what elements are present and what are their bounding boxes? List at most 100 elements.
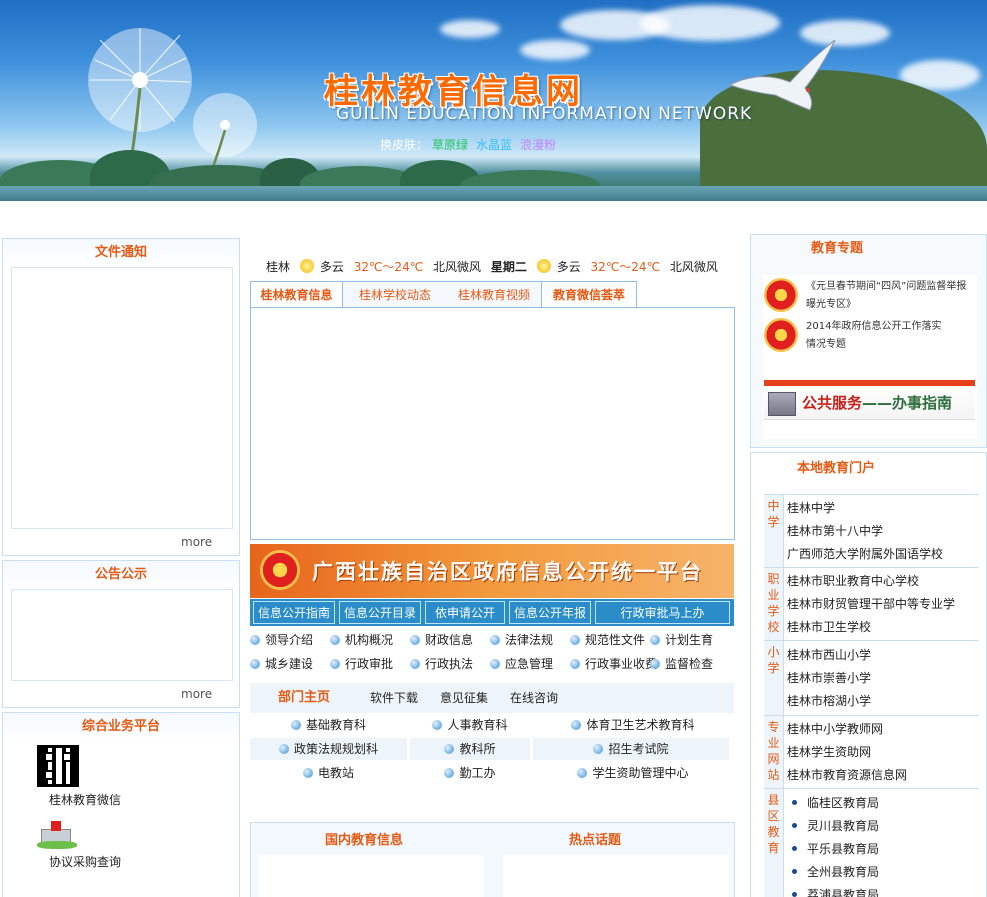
portal-link[interactable]: 平乐县教育局 [792,840,879,857]
portal-link[interactable]: 临桂区教育局 [792,794,879,811]
portal-link[interactable]: 桂林市卫生学校 [787,618,871,635]
dept-sports-art[interactable]: 体育卫生艺术教育科 [533,714,733,736]
wechat-link[interactable]: 桂林教育微信 [49,791,121,808]
gov-platform-banner[interactable]: 广西壮族自治区政府信息公开统一平台 [250,544,734,598]
skin-blue-link[interactable]: 水晶蓝 [476,138,512,152]
cat-supervision[interactable]: 监督检查 [650,655,713,672]
dept-research[interactable]: 教科所 [410,738,530,760]
dept-policy[interactable]: 政策法规规划科 [250,738,407,760]
tab-school-news[interactable]: 桂林学校动态 [343,281,447,308]
cat-fees[interactable]: 行政事业收费 [570,655,657,672]
cat-enforcement[interactable]: 行政执法 [410,655,473,672]
bullet-icon [593,744,604,754]
cat-org[interactable]: 机构概况 [330,631,393,648]
portal-link[interactable]: 桂林市第十八中学 [787,522,883,539]
weather-bar: 桂林 多云 32℃～24℃ 北风微风 星期二 多云 32℃～24℃ 北风微风 [266,258,724,275]
service-subtitle: ——办事指南 [862,394,953,412]
cat-label: 财政信息 [425,633,474,647]
bullet-icon [570,659,580,669]
portal-link[interactable]: 桂林中学 [787,499,835,516]
dept-basic-edu[interactable]: 基础教育科 [250,714,407,736]
cat-family-planning[interactable]: 计划生育 [650,631,713,648]
platform-list: 桂林教育微信 协议采购查询 [15,741,233,897]
cat-label: 应急管理 [505,657,554,671]
tab-guilin-edu-info[interactable]: 桂林教育信息 [250,281,343,308]
portal-link[interactable]: 荔浦县教育局 [792,886,879,897]
dept-personnel[interactable]: 人事教育科 [410,714,530,736]
public-service-title: 公共服务——办事指南 [802,392,952,413]
procurement-link[interactable]: 协议采购查询 [49,853,121,870]
dept-label: 体育卫生艺术教育科 [586,718,695,732]
site-subtitle: GUILIN EDUCATION INFORMATION NETWORK [336,104,753,124]
cat-normative[interactable]: 规范性文件 [570,631,645,648]
cat-label: 机构概况 [345,633,394,647]
group-county: 县区教育 临桂区教育局 灵川县教育局 平乐县教育局 全州县教育局 荔浦县教育局 [764,788,979,897]
bullet-icon [570,635,580,645]
group-middle-school: 中学 桂林中学 桂林市第十八中学 广西师范大学附属外国语学校 [764,494,979,567]
hot-topics-list [503,855,729,897]
group-tag: 专业网站 [764,716,784,788]
skin-switcher: 换皮肤： 草原绿 水晶蓝 浪漫粉 [380,136,556,153]
bullet-icon [330,659,340,669]
portal-link[interactable]: 全州县教育局 [792,863,879,880]
portal-link[interactable]: 桂林市财贸管理干部中等专业学 [787,595,955,612]
service-title: 公共服务 [802,394,863,412]
weather-today-temp: 32℃～24℃ [353,260,424,274]
topic-link-gov-info[interactable]: 2014年政府信息公开工作落实情况专题 [806,318,946,354]
dept-label: 勤工办 [459,766,496,780]
dept-link-consult[interactable]: 在线咨询 [510,683,558,713]
gov-link-approval[interactable]: 行政审批马上办 [595,601,730,624]
portal-link[interactable]: 桂林学生资助网 [787,743,871,760]
portal-link[interactable]: 桂林市教育资源信息网 [787,766,907,783]
dept-av-station[interactable]: 电教站 [250,762,407,784]
dept-link-feedback[interactable]: 意见征集 [440,683,488,713]
cat-urban[interactable]: 城乡建设 [250,655,313,672]
sunny-icon [299,259,314,273]
portal-link[interactable]: 桂林中小学教师网 [787,720,883,737]
sunny-icon [536,259,551,273]
gov-link-guide[interactable]: 信息公开指南 [253,601,335,624]
public-service-banner[interactable]: 公共服务——办事指南 [764,380,975,420]
gov-link-request[interactable]: 依申请公开 [425,601,505,624]
dept-exam[interactable]: 招生考试院 [533,738,729,760]
bullet-icon [444,744,455,754]
bullet-icon [650,635,660,645]
tab-edu-video[interactable]: 桂林教育视频 [447,281,541,308]
national-emblem-icon [764,318,798,352]
wechat-qr-icon[interactable] [37,745,79,787]
portal-link[interactable]: 桂林市职业教育中心学校 [787,572,919,589]
announce-more-link[interactable]: more [181,687,212,701]
dept-label: 教科所 [459,742,496,756]
bottom-news-panel: 国内教育信息 热点话题 [250,822,735,897]
cat-emergency[interactable]: 应急管理 [490,655,553,672]
gov-link-catalog[interactable]: 信息公开目录 [339,601,421,624]
portal-link[interactable]: 桂林市崇善小学 [787,669,871,686]
portal-link[interactable]: 灵川县教育局 [792,817,879,834]
topic-link-four-winds[interactable]: 《元旦春节期间“四风”问题监督举报曝光专区》 [806,278,974,314]
cat-approval[interactable]: 行政审批 [330,655,393,672]
gov-link-annual[interactable]: 信息公开年报 [509,601,591,624]
portal-link[interactable]: 桂林市榕湖小学 [787,692,871,709]
skin-pink-link[interactable]: 浪漫粉 [520,138,556,152]
procurement-icon[interactable] [37,819,77,849]
national-emblem-icon [260,550,300,590]
dept-student-aid[interactable]: 学生资助管理中心 [533,762,733,784]
bullet-icon [250,659,260,669]
dept-work-study[interactable]: 勤工办 [410,762,530,784]
cat-leaders[interactable]: 领导介绍 [250,631,313,648]
notice-more-link[interactable]: more [181,535,212,549]
portal-link[interactable]: 广西师范大学附属外国语学校 [787,545,943,562]
bullet-icon [410,635,420,645]
dot-icon [792,892,797,897]
portal-link-label: 平乐县教育局 [807,842,880,856]
dept-label: 招生考试院 [608,742,669,756]
dept-link-download[interactable]: 软件下载 [370,683,418,713]
cat-finance[interactable]: 财政信息 [410,631,473,648]
skin-green-link[interactable]: 草原绿 [432,138,468,152]
portal-link-label: 灵川县教育局 [807,819,880,833]
cat-law[interactable]: 法律法规 [490,631,553,648]
tab-wechat[interactable]: 教育微信荟萃 [541,281,637,308]
page: 桂林教育信息网 GUILIN EDUCATION INFORMATION NET… [0,0,987,897]
dept-label: 电教站 [317,766,354,780]
portal-link[interactable]: 桂林市西山小学 [787,646,871,663]
